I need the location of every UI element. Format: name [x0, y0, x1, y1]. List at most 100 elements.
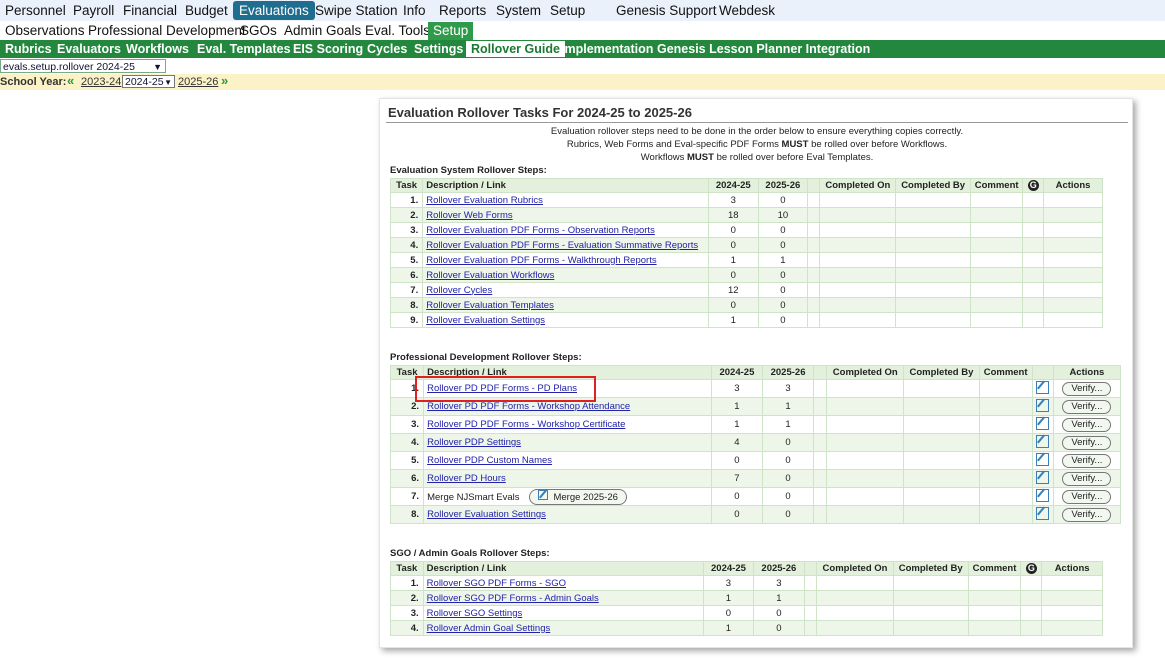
rollover-link[interactable]: Rollover PD PDF Forms - Workshop Attenda…	[427, 401, 630, 412]
verify-button[interactable]: Verify...	[1062, 381, 1112, 396]
nav-reports[interactable]: Reports	[439, 1, 486, 20]
nav-genesis-support[interactable]: Genesis Support	[616, 1, 717, 20]
nav-evaluations[interactable]: Evaluations	[233, 1, 315, 20]
setup-nav-rubrics[interactable]: Rubrics	[5, 40, 52, 58]
comment-cell	[978, 415, 1033, 434]
nav-setup[interactable]: Setup	[550, 1, 585, 20]
school-year-select[interactable]: 2024-25 ▼	[122, 75, 175, 88]
rollover-link[interactable]: Rollover SGO PDF Forms - SGO	[427, 578, 566, 589]
school-year-select-value: 2024-25	[125, 76, 164, 88]
edit-icon	[538, 489, 549, 500]
subnav-sgos[interactable]: SGOs	[240, 22, 277, 40]
edit-icon[interactable]	[1036, 416, 1050, 430]
task-number: 2.	[389, 207, 424, 223]
next-year-link[interactable]: 2025-26	[178, 74, 218, 90]
count-2024-25: 12	[707, 282, 759, 298]
nav-financial[interactable]: Financial	[123, 1, 177, 20]
task-number: 5.	[389, 252, 424, 268]
nav-swipe-station[interactable]: Swipe Station	[315, 1, 398, 20]
col-completed-on: Completed On	[826, 365, 905, 380]
nav-budget[interactable]: Budget	[185, 1, 228, 20]
rollover-link[interactable]: Rollover PD PDF Forms - Workshop Certifi…	[427, 419, 625, 430]
nav-personnel[interactable]: Personnel	[5, 1, 66, 20]
verify-button[interactable]: Verify...	[1062, 471, 1112, 486]
rollover-link[interactable]: Rollover Evaluation Settings	[426, 315, 545, 326]
completed-by-cell	[903, 451, 980, 470]
verify-button[interactable]: Verify...	[1062, 399, 1112, 414]
merge-button[interactable]: Merge 2025-26	[529, 488, 627, 505]
subnav-observations[interactable]: Observations	[5, 22, 85, 40]
rollover-link[interactable]: Rollover Web Forms	[426, 210, 512, 221]
prev-year-chevron-icon[interactable]: «	[67, 73, 74, 89]
rollover-link[interactable]: Rollover Evaluation Templates	[426, 300, 554, 311]
count-2025-26: 0	[753, 620, 805, 636]
rollover-link[interactable]: Rollover Evaluation PDF Forms - Observat…	[426, 225, 655, 236]
prev-year-link[interactable]: 2023-24	[81, 74, 121, 90]
col-y1: 2024-25	[707, 178, 759, 193]
actions-cell	[1041, 605, 1103, 621]
count-2024-25: 1	[707, 252, 759, 268]
setup-nav-eis-scoring[interactable]: EIS Scoring	[293, 40, 363, 58]
edit-icon[interactable]	[1036, 488, 1050, 502]
table-row: 1. Rollover Evaluation Rubrics 3 0	[389, 192, 1103, 208]
rollover-link[interactable]: Rollover SGO PDF Forms - Admin Goals	[427, 593, 599, 604]
spacer-cell	[803, 575, 818, 591]
next-year-chevron-icon[interactable]: »	[221, 73, 228, 89]
title-divider	[386, 122, 1128, 123]
completed-by-cell	[892, 620, 969, 636]
subnav-professional-development[interactable]: Professional Development	[88, 22, 246, 40]
task-description: Rollover SGO PDF Forms - SGO	[422, 575, 704, 591]
edit-icon[interactable]	[1036, 506, 1050, 520]
edit-icon[interactable]	[1036, 452, 1050, 466]
rollover-link[interactable]: Rollover Evaluation PDF Forms - Walkthro…	[426, 255, 656, 266]
task-description: Rollover Evaluation Rubrics	[422, 192, 709, 208]
subnav-eval-tools[interactable]: Eval. Tools	[365, 22, 430, 40]
edit-icon[interactable]	[1036, 434, 1050, 448]
setup-nav-cycles[interactable]: Cycles	[367, 40, 407, 58]
setup-nav-workflows[interactable]: Workflows	[126, 40, 189, 58]
actions-cell	[1041, 590, 1103, 606]
task-number: 1.	[389, 192, 424, 208]
screen-select[interactable]: evals.setup.rollover 2024-25 ▼	[0, 59, 166, 73]
col-spacer	[803, 561, 818, 576]
subnav-setup[interactable]: Setup	[428, 22, 474, 40]
rollover-link[interactable]: Rollover Evaluation Rubrics	[426, 195, 543, 206]
setup-nav-eval-templates[interactable]: Eval. Templates	[197, 40, 291, 58]
nav-info[interactable]: Info	[403, 1, 426, 20]
genesis-g-icon: G	[1027, 180, 1039, 191]
rollover-link[interactable]: Rollover Admin Goal Settings	[427, 623, 551, 634]
edit-icon[interactable]	[1036, 380, 1050, 394]
subnav-admin-goals[interactable]: Admin Goals	[284, 22, 361, 40]
setup-nav-genesis-lesson-planner[interactable]: Genesis Lesson Planner Integration	[657, 40, 870, 58]
nav-webdesk[interactable]: Webdesk	[719, 1, 775, 20]
spacer-cell	[803, 590, 818, 606]
setup-nav-settings[interactable]: Settings	[414, 40, 463, 58]
edit-icon[interactable]	[1036, 398, 1050, 412]
rollover-link[interactable]: Rollover Evaluation PDF Forms - Evaluati…	[426, 240, 698, 251]
count-2025-26: 0	[761, 469, 815, 488]
comment-cell	[978, 433, 1033, 452]
rollover-link[interactable]: Rollover Evaluation Workflows	[426, 270, 554, 281]
rollover-link[interactable]: Rollover Evaluation Settings	[427, 509, 546, 520]
task-description: Rollover Evaluation PDF Forms - Walkthro…	[422, 252, 709, 268]
rollover-link[interactable]: Rollover Cycles	[426, 285, 492, 296]
rollover-link[interactable]: Rollover SGO Settings	[427, 608, 523, 619]
nav-payroll[interactable]: Payroll	[73, 1, 114, 20]
setup-nav-evaluators[interactable]: Evaluators	[57, 40, 121, 58]
verify-button[interactable]: Verify...	[1062, 435, 1112, 450]
rollover-link[interactable]: Rollover PDP Settings	[427, 437, 521, 448]
setup-nav-implementation[interactable]: Implementation	[561, 40, 653, 58]
verify-button[interactable]: Verify...	[1062, 453, 1112, 468]
setup-nav-rollover-guide[interactable]: Rollover Guide	[466, 41, 565, 57]
verify-button[interactable]: Verify...	[1062, 417, 1112, 432]
actions-cell	[1043, 207, 1103, 223]
rollover-link[interactable]: Rollover PD Hours	[427, 473, 506, 484]
verify-button[interactable]: Verify...	[1062, 489, 1112, 504]
completed-on-cell	[826, 451, 905, 470]
verify-button[interactable]: Verify...	[1062, 507, 1112, 522]
edit-icon[interactable]	[1036, 470, 1050, 484]
nav-system[interactable]: System	[496, 1, 541, 20]
col-comment: Comment	[967, 561, 1022, 576]
rollover-link[interactable]: Rollover PDP Custom Names	[427, 455, 552, 466]
comment-cell	[967, 620, 1022, 636]
